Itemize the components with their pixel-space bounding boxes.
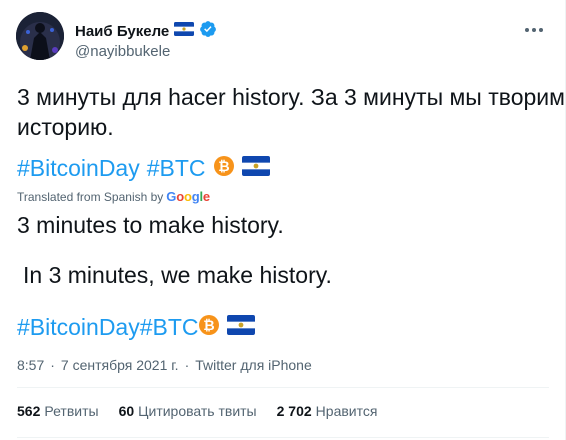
tweet-text-line: 3 минуты для hacer history. За 3 минуты … bbox=[17, 84, 565, 110]
tweet-source[interactable]: Twitter для iPhone bbox=[195, 357, 312, 373]
divider bbox=[17, 387, 549, 388]
tweet-date[interactable]: 7 сентября 2021 г. bbox=[61, 357, 179, 373]
quotes-label: Цитировать твиты bbox=[138, 403, 257, 419]
author-name-row[interactable]: Наиб Букеле bbox=[75, 20, 217, 43]
hashtag-bitcoinday[interactable]: #BitcoinDay bbox=[17, 314, 140, 341]
tweet-meta: 8:57 · 7 сентября 2021 г. · Twitter для … bbox=[17, 357, 312, 373]
el-salvador-flag-icon bbox=[241, 155, 270, 182]
retweets-stat[interactable]: 562 Ретвиты bbox=[17, 403, 99, 419]
retweets-count: 562 bbox=[17, 403, 41, 419]
likes-count: 2 702 bbox=[276, 403, 312, 419]
bitcoin-emoji-icon: ₿ bbox=[213, 155, 234, 182]
retweets-label: Ретвиты bbox=[44, 403, 99, 419]
avatar[interactable] bbox=[16, 12, 64, 60]
hashtag-bitcoinday[interactable]: #BitcoinDay bbox=[17, 155, 140, 182]
bitcoin-emoji-icon: ₿ bbox=[198, 314, 219, 341]
translation-line: 3 minutes to make history. bbox=[17, 212, 284, 238]
meta-separator: · bbox=[184, 357, 190, 373]
hashtag-btc[interactable]: #BTC bbox=[140, 314, 199, 341]
likes-label: Нравится bbox=[315, 403, 378, 419]
more-button[interactable] bbox=[521, 17, 547, 43]
more-icon bbox=[525, 28, 543, 32]
divider bbox=[17, 437, 549, 438]
tweet-hashtags: #BitcoinDay #BTC ₿ bbox=[17, 155, 270, 182]
translation-credit[interactable]: Translated from Spanish by Google bbox=[17, 189, 210, 204]
tweet-time[interactable]: 8:57 bbox=[17, 357, 44, 373]
translation-label: Translated from Spanish by bbox=[17, 189, 164, 204]
quotes-count: 60 bbox=[118, 403, 135, 419]
author-handle[interactable]: @nayibbukele bbox=[75, 43, 170, 60]
el-salvador-flag-icon bbox=[174, 22, 195, 41]
tweet-stats: 562 Ретвиты 60 Цитировать твиты 2 702 Нрави… bbox=[17, 403, 377, 419]
likes-stat[interactable]: 2 702 Нравится bbox=[277, 403, 378, 419]
svg-text:₿: ₿ bbox=[203, 318, 214, 334]
translation-hashtags: #BitcoinDay #BTC ₿ bbox=[17, 314, 255, 341]
tweet-card: Наиб Букеле @nayibbukele 3 минуты для ha… bbox=[0, 0, 566, 440]
el-salvador-flag-icon bbox=[226, 314, 255, 341]
svg-text:₿: ₿ bbox=[218, 159, 229, 175]
author-name[interactable]: Наиб Букеле bbox=[75, 23, 169, 40]
meta-separator: · bbox=[50, 357, 55, 373]
avatar-image bbox=[16, 12, 64, 60]
tweet-text-line: историю. bbox=[17, 114, 114, 140]
tweet-text: 3 минуты для hacer history. За 3 минуты … bbox=[17, 82, 565, 142]
quotes-stat[interactable]: 60 Цитировать твиты bbox=[119, 403, 257, 419]
translation-line: In 3 minutes, we make history. bbox=[23, 262, 332, 288]
google-logo: Google bbox=[166, 189, 210, 204]
verified-badge-icon bbox=[199, 20, 217, 43]
hashtag-btc[interactable]: #BTC bbox=[147, 155, 206, 182]
